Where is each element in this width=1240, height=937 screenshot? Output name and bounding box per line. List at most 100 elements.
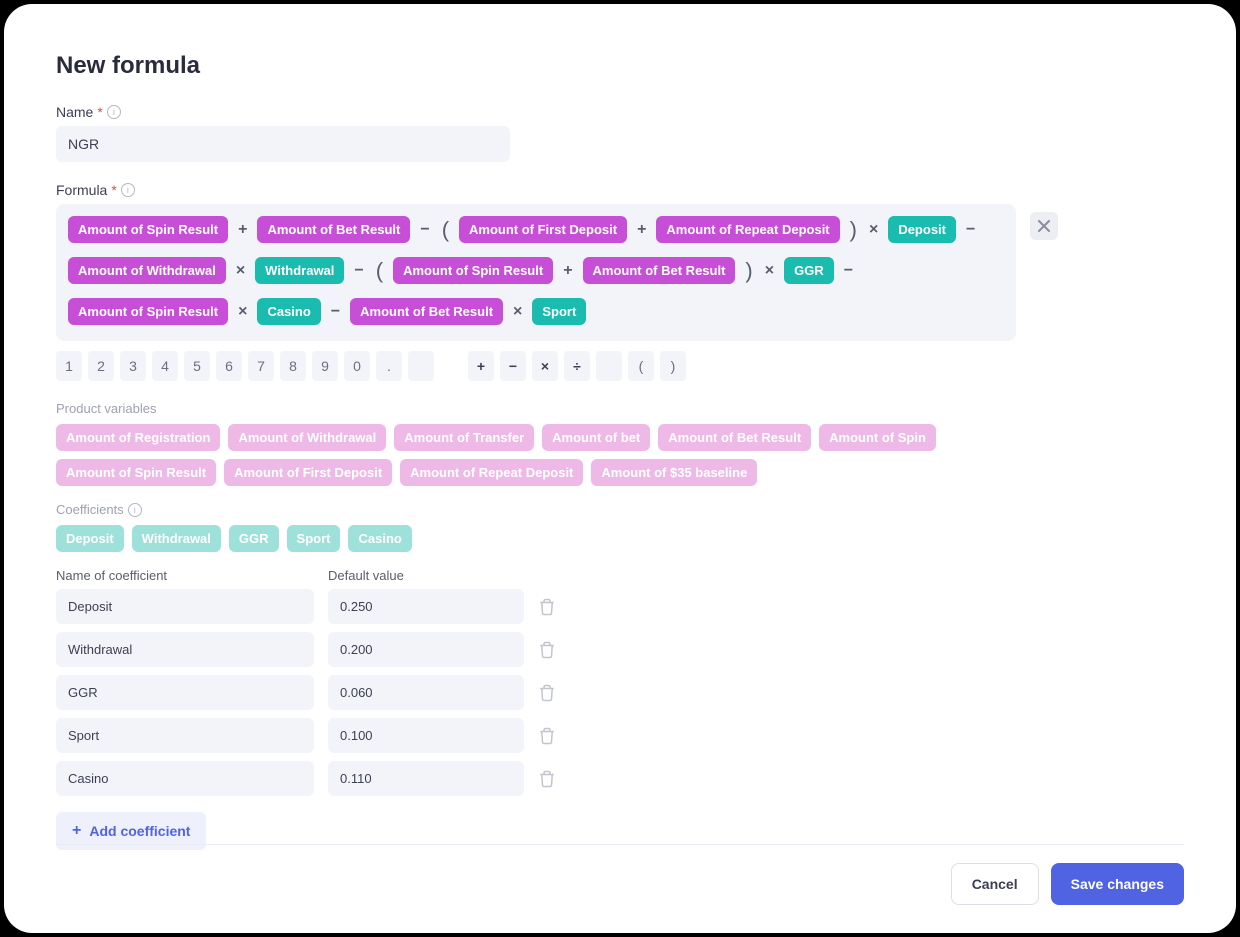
formula-operator[interactable]: − — [329, 303, 342, 321]
keypad-paren[interactable]: ) — [660, 351, 686, 381]
product-variable-chip[interactable]: Amount of Bet Result — [658, 424, 811, 451]
keypad-operator[interactable]: + — [468, 351, 494, 381]
product-variable-chip[interactable]: Amount of Spin — [819, 424, 936, 451]
keypad-blank[interactable] — [408, 351, 434, 381]
keypad-digit[interactable]: 8 — [280, 351, 306, 381]
formula-coefficient-token[interactable]: GGR — [784, 257, 834, 284]
keypad-blank[interactable] — [596, 351, 622, 381]
coefficients-label: Coefficients i — [56, 502, 1184, 517]
trash-icon[interactable] — [538, 727, 556, 745]
formula-variable-token[interactable]: Amount of First Deposit — [459, 216, 627, 243]
product-variable-chip[interactable]: Amount of Transfer — [394, 424, 534, 451]
trash-icon[interactable] — [538, 641, 556, 659]
formula-coefficient-token[interactable]: Withdrawal — [255, 257, 344, 284]
keypad-operator[interactable]: ÷ — [564, 351, 590, 381]
product-variable-chip[interactable]: Amount of bet — [542, 424, 650, 451]
formula-variable-token[interactable]: Amount of Spin Result — [393, 257, 553, 284]
cancel-button[interactable]: Cancel — [951, 863, 1039, 905]
trash-icon[interactable] — [538, 770, 556, 788]
formula-variable-token[interactable]: Amount of Bet Result — [583, 257, 736, 284]
coefficient-chip[interactable]: Deposit — [56, 525, 124, 552]
trash-icon[interactable] — [538, 598, 556, 616]
plus-icon: + — [72, 822, 81, 840]
formula-operator[interactable]: × — [511, 303, 524, 321]
formula-operator[interactable]: + — [561, 262, 574, 280]
product-variable-chip[interactable]: Amount of Spin Result — [56, 459, 216, 486]
keypad-paren[interactable]: ( — [628, 351, 654, 381]
keypad-digit[interactable]: 2 — [88, 351, 114, 381]
info-icon[interactable]: i — [107, 105, 121, 119]
coefficient-chip[interactable]: Casino — [348, 525, 411, 552]
formula-operator[interactable]: + — [635, 221, 648, 239]
formula-variable-token[interactable]: Amount of Withdrawal — [68, 257, 226, 284]
page-title: New formula — [56, 52, 1184, 80]
keypad-digit[interactable]: . — [376, 351, 402, 381]
keypad-operator[interactable]: − — [500, 351, 526, 381]
formula-operator[interactable]: × — [867, 221, 880, 239]
formula-operator[interactable]: × — [236, 303, 249, 321]
name-input[interactable] — [56, 126, 510, 162]
coefficient-value-input[interactable] — [328, 761, 524, 796]
coefficient-value-input[interactable] — [328, 675, 524, 710]
coefficient-value-input[interactable] — [328, 589, 524, 624]
product-variable-chip[interactable]: Amount of First Deposit — [224, 459, 392, 486]
coefficient-value-input[interactable] — [328, 632, 524, 667]
name-label: Name* i — [56, 104, 1184, 120]
formula-variable-token[interactable]: Amount of Spin Result — [68, 298, 228, 325]
keypad-digit[interactable]: 9 — [312, 351, 338, 381]
formula-paren[interactable]: ( — [374, 260, 385, 282]
formula-operator[interactable]: − — [418, 221, 431, 239]
keypad-digit[interactable]: 1 — [56, 351, 82, 381]
coefficient-row — [56, 718, 1184, 753]
trash-icon[interactable] — [538, 684, 556, 702]
formula-paren[interactable]: ( — [440, 219, 451, 241]
product-variable-chip[interactable]: Amount of $35 baseline — [591, 459, 757, 486]
coefficient-value-input[interactable] — [328, 718, 524, 753]
formula-operator[interactable]: − — [352, 262, 365, 280]
keypad: 1234567890. +−×÷ () — [56, 351, 1184, 381]
footer-actions: Cancel Save changes — [56, 844, 1184, 905]
formula-operator[interactable]: − — [842, 262, 855, 280]
coefficient-name-input[interactable] — [56, 589, 314, 624]
formula-coefficient-token[interactable]: Casino — [257, 298, 320, 325]
formula-operator[interactable]: × — [763, 262, 776, 280]
formula-coefficient-token[interactable]: Deposit — [888, 216, 956, 243]
keypad-digit[interactable]: 0 — [344, 351, 370, 381]
save-button[interactable]: Save changes — [1051, 863, 1184, 905]
clear-formula-button[interactable] — [1030, 212, 1058, 240]
coefficient-name-input[interactable] — [56, 675, 314, 710]
formula-paren[interactable]: ) — [848, 219, 859, 241]
keypad-operator[interactable]: × — [532, 351, 558, 381]
formula-paren[interactable]: ) — [743, 260, 754, 282]
formula-operator[interactable]: + — [236, 221, 249, 239]
formula-operator[interactable]: × — [234, 262, 247, 280]
formula-variable-token[interactable]: Amount of Repeat Deposit — [656, 216, 839, 243]
close-icon — [1038, 220, 1050, 232]
info-icon[interactable]: i — [121, 183, 135, 197]
keypad-digit[interactable]: 3 — [120, 351, 146, 381]
formula-label: Formula* i — [56, 182, 1184, 198]
formula-variable-token[interactable]: Amount of Bet Result — [257, 216, 410, 243]
formula-operator[interactable]: − — [964, 221, 977, 239]
product-variable-chip[interactable]: Amount of Repeat Deposit — [400, 459, 583, 486]
keypad-digit[interactable]: 7 — [248, 351, 274, 381]
coefficient-chip[interactable]: Withdrawal — [132, 525, 221, 552]
coefficient-name-input[interactable] — [56, 632, 314, 667]
coefficient-name-input[interactable] — [56, 718, 314, 753]
keypad-digit[interactable]: 4 — [152, 351, 178, 381]
product-variable-chip[interactable]: Amount of Withdrawal — [228, 424, 386, 451]
formula-coefficient-token[interactable]: Sport — [532, 298, 586, 325]
formula-variable-token[interactable]: Amount of Bet Result — [350, 298, 503, 325]
coefficient-chips-list: Deposit Withdrawal GGR Sport Casino — [56, 525, 1016, 552]
product-variable-chip[interactable]: Amount of Registration — [56, 424, 220, 451]
keypad-digit[interactable]: 5 — [184, 351, 210, 381]
coefficient-name-input[interactable] — [56, 761, 314, 796]
coefficient-chip[interactable]: GGR — [229, 525, 279, 552]
coefficient-chip[interactable]: Sport — [287, 525, 341, 552]
coefficient-row — [56, 675, 1184, 710]
keypad-digit[interactable]: 6 — [216, 351, 242, 381]
formula-editor[interactable]: Amount of Spin Result + Amount of Bet Resu… — [56, 204, 1016, 341]
formula-variable-token[interactable]: Amount of Spin Result — [68, 216, 228, 243]
info-icon[interactable]: i — [128, 503, 142, 517]
coefficient-row — [56, 761, 1184, 796]
